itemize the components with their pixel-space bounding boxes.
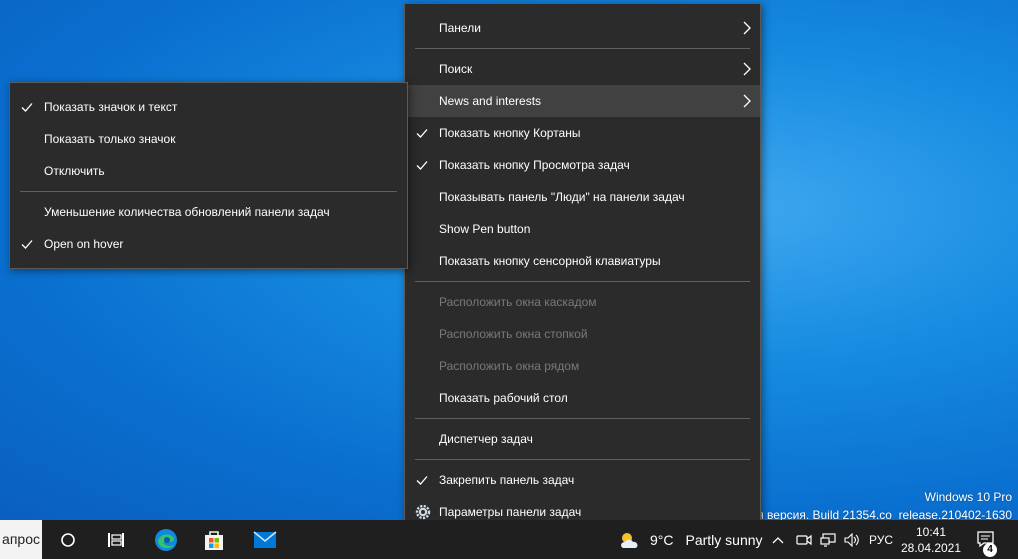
- menu-item-show-people[interactable]: Показывать панель "Люди" на панели задач: [405, 181, 760, 213]
- weather-condition: Partly sunny: [685, 531, 763, 548]
- input-language-indicator[interactable]: РУС: [864, 520, 898, 559]
- show-hidden-icons-button[interactable]: [766, 520, 790, 559]
- menu-item-search[interactable]: Поиск: [405, 53, 760, 85]
- chevron-right-icon: [743, 21, 751, 35]
- menu-item-label: Диспетчер задач: [439, 432, 533, 446]
- store-icon: [205, 530, 223, 550]
- menu-item-label: Расположить окна каскадом: [439, 295, 597, 309]
- task-view-button[interactable]: [92, 520, 140, 559]
- menu-separator: [415, 48, 750, 49]
- checkmark-icon: [21, 240, 33, 249]
- checkmark-icon: [21, 103, 33, 112]
- submenu-item-show-icon-only[interactable]: Показать только значок: [10, 123, 407, 155]
- weather-temperature: 9°C: [650, 531, 674, 548]
- chevron-right-icon: [743, 62, 751, 76]
- menu-item-show-pen-button[interactable]: Show Pen button: [405, 213, 760, 245]
- submenu-item-show-icon-and-text[interactable]: Показать значок и текст: [10, 91, 407, 123]
- cortana-icon: [61, 532, 75, 547]
- chevron-right-icon: [743, 94, 751, 108]
- menu-item-show-desktop[interactable]: Показать рабочий стол: [405, 382, 760, 414]
- menu-item-label: Показать кнопку Кортаны: [439, 126, 581, 140]
- menu-item-show-task-view-button[interactable]: Показать кнопку Просмотра задач: [405, 149, 760, 181]
- edge-icon: [155, 528, 177, 551]
- menu-item-label: Закрепить панель задач: [439, 473, 575, 487]
- checkmark-icon: [416, 161, 428, 170]
- menu-item-label: Show Pen button: [439, 222, 531, 236]
- menu-item-label: Показать кнопку сенсорной клавиатуры: [439, 254, 661, 268]
- partly-sunny-icon: [621, 532, 638, 548]
- menu-item-label: Показать только значок: [44, 132, 176, 146]
- menu-item-show-touch-keyboard[interactable]: Показать кнопку сенсорной клавиатуры: [405, 245, 760, 277]
- menu-item-label: Поиск: [439, 62, 473, 76]
- menu-item-label: Панели: [439, 21, 481, 35]
- checkmark-icon: [416, 129, 428, 138]
- news-and-interests-submenu: Показать значок и текст Показать только …: [9, 82, 408, 269]
- gear-icon: [415, 504, 431, 520]
- submenu-item-reduce-updates[interactable]: Уменьшение количества обновлений панели …: [10, 196, 407, 228]
- menu-item-label: Open on hover: [44, 237, 124, 251]
- menu-item-label: Отключить: [44, 164, 105, 178]
- windows-edition-label: Windows 10 Pro: [924, 490, 1012, 504]
- store-button[interactable]: [190, 520, 238, 559]
- submenu-item-turn-off[interactable]: Отключить: [10, 155, 407, 187]
- volume-icon: [844, 532, 859, 547]
- taskbar-context-menu: Панели Поиск News and interests Показать…: [404, 3, 761, 537]
- search-box-text: апрос: [2, 531, 40, 547]
- menu-item-label: Расположить окна стопкой: [439, 327, 588, 341]
- mail-button[interactable]: [241, 520, 289, 559]
- menu-item-stack-windows: Расположить окна стопкой: [405, 318, 760, 350]
- cortana-button[interactable]: [44, 520, 92, 559]
- menu-item-lock-taskbar[interactable]: Закрепить панель задач: [405, 464, 760, 496]
- menu-item-show-cortana-button[interactable]: Показать кнопку Кортаны: [405, 117, 760, 149]
- notification-count-badge: 4: [983, 543, 997, 557]
- menu-item-label: Показывать панель "Люди" на панели задач: [439, 190, 685, 204]
- menu-item-news-and-interests[interactable]: News and interests: [405, 85, 760, 117]
- news-and-interests-widget[interactable]: 9°C Partly sunny: [618, 520, 763, 559]
- checkmark-icon: [416, 476, 428, 485]
- menu-item-label: News and interests: [439, 94, 542, 108]
- mail-icon: [253, 530, 277, 548]
- menu-item-toolbars[interactable]: Панели: [405, 12, 760, 44]
- menu-item-side-by-side-windows: Расположить окна рядом: [405, 350, 760, 382]
- menu-item-label: Уменьшение количества обновлений панели …: [44, 205, 330, 219]
- menu-item-label: Показать рабочий стол: [439, 391, 568, 405]
- menu-item-cascade-windows: Расположить окна каскадом: [405, 286, 760, 318]
- menu-item-label: Параметры панели задач: [439, 505, 582, 519]
- menu-separator: [20, 191, 397, 192]
- edge-button[interactable]: [142, 520, 190, 559]
- network-button[interactable]: [816, 520, 840, 559]
- meet-now-button[interactable]: [792, 520, 816, 559]
- taskbar-clock[interactable]: 10:41 28.04.2021: [896, 524, 966, 556]
- network-icon: [820, 532, 836, 547]
- menu-item-label: Расположить окна рядом: [439, 359, 580, 373]
- clock-date: 28.04.2021: [900, 541, 962, 555]
- menu-item-task-manager[interactable]: Диспетчер задач: [405, 423, 760, 455]
- menu-separator: [415, 281, 750, 282]
- search-box[interactable]: апрос: [0, 520, 42, 559]
- clock-time: 10:41: [915, 525, 947, 539]
- volume-button[interactable]: [840, 520, 864, 559]
- menu-item-label: Показать значок и текст: [44, 100, 178, 114]
- chevron-up-icon: [772, 536, 784, 543]
- submenu-item-open-on-hover[interactable]: Open on hover: [10, 228, 407, 260]
- meet-now-icon: [796, 534, 812, 545]
- menu-item-label: Показать кнопку Просмотра задач: [439, 158, 630, 172]
- menu-separator: [415, 459, 750, 460]
- taskbar: апрос 9°C Partly sunny РУС 10:41 28.04.2…: [0, 520, 1018, 559]
- menu-separator: [415, 418, 750, 419]
- task-view-icon: [108, 532, 124, 547]
